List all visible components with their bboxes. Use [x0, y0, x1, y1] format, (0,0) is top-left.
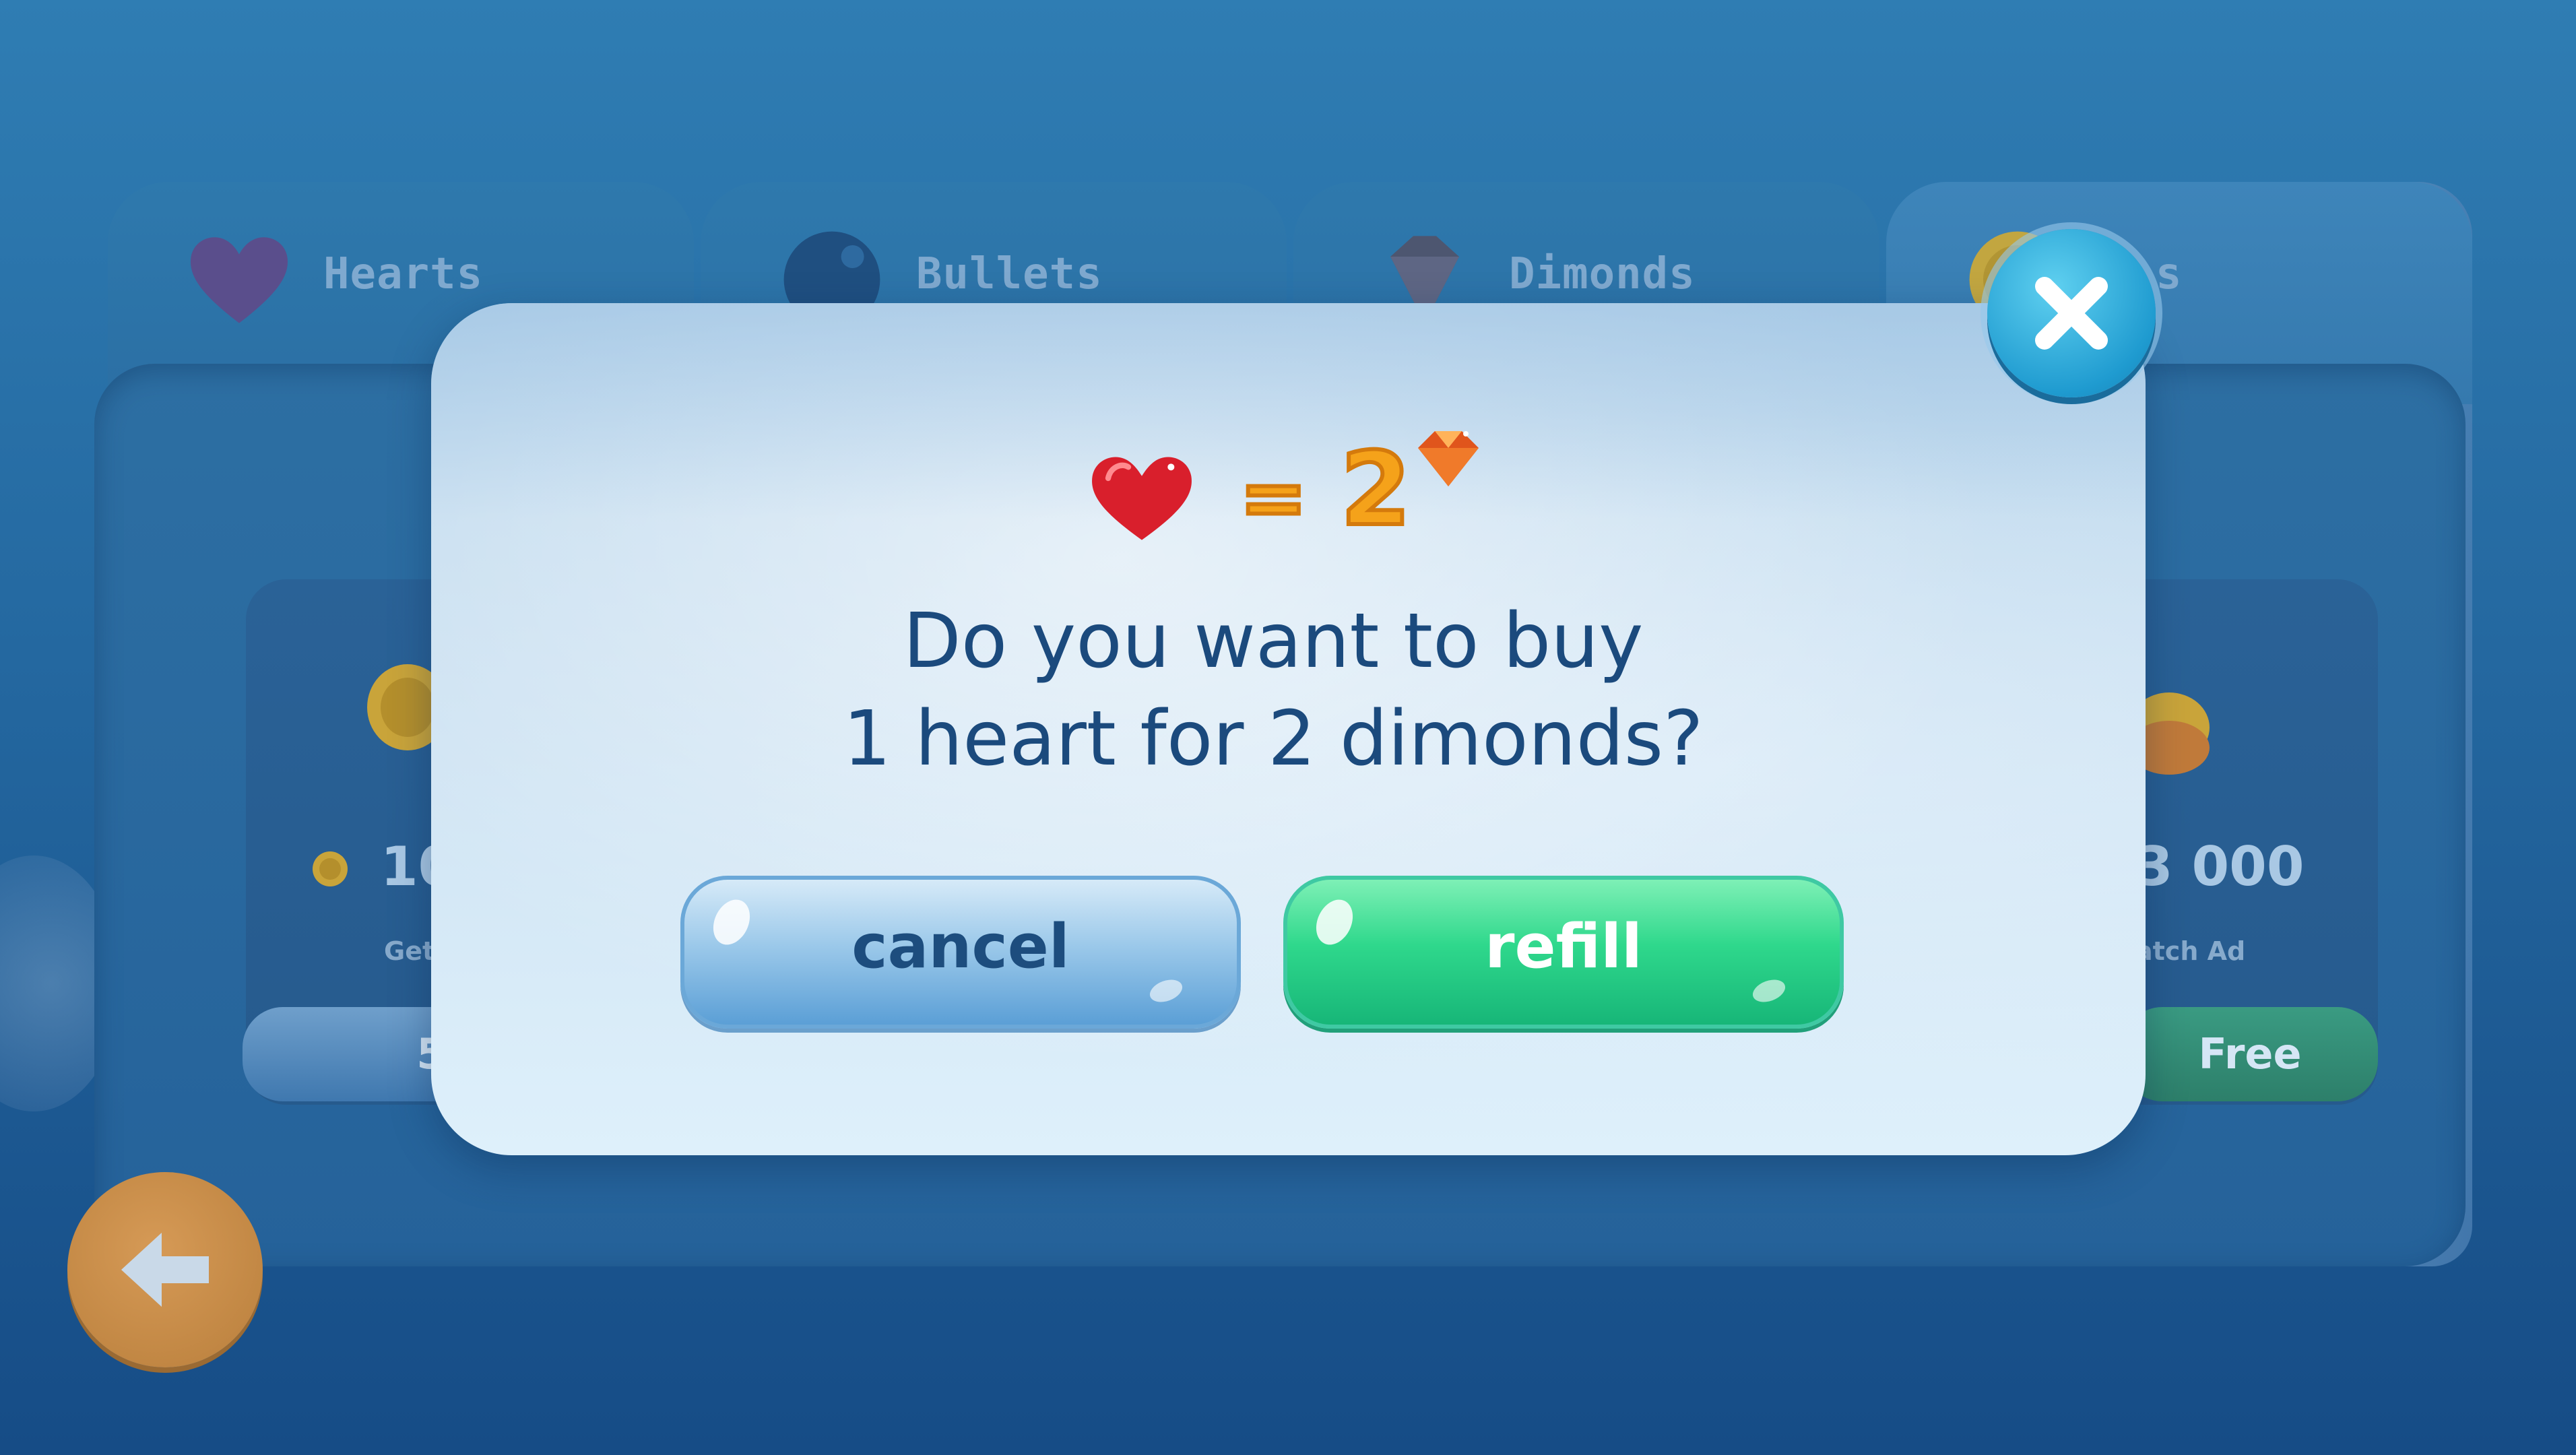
button-gloss	[1147, 975, 1186, 1006]
close-button[interactable]	[1987, 229, 2156, 397]
refill-button[interactable]: refill	[1283, 876, 1844, 1029]
button-gloss	[1309, 893, 1360, 951]
question-line-1: Do you want to buy	[903, 597, 1644, 685]
diamond-count: 2	[1339, 429, 1413, 550]
card-caption: atch Ad	[2135, 936, 2246, 966]
tab-label: s	[2156, 249, 2183, 299]
heart-icon	[190, 237, 288, 323]
dialog-question: Do you want to buy 1 heart for 2 dimonds…	[566, 593, 1981, 788]
button-gloss	[706, 893, 757, 951]
cancel-label: cancel	[851, 911, 1070, 982]
back-button[interactable]	[67, 1172, 263, 1367]
arrow-left-icon	[121, 1233, 209, 1307]
tab-label: Hearts	[323, 249, 484, 299]
refill-label: refill	[1485, 911, 1642, 982]
price-equation: = 2	[1085, 429, 1502, 552]
tab-label: Bullets	[916, 249, 1103, 299]
cancel-button[interactable]: cancel	[680, 876, 1241, 1029]
question-line-2: 1 heart for 2 dimonds?	[843, 695, 1704, 783]
equals-sign: =	[1237, 449, 1310, 547]
close-icon	[2035, 277, 2108, 350]
diamond-icon	[1418, 431, 1479, 486]
card-caption: Get	[384, 936, 435, 966]
heart-icon	[1092, 457, 1192, 540]
coin-small-icon	[313, 851, 348, 886]
card-free-button[interactable]: Free	[2122, 1007, 2378, 1101]
card-amount: 3 000	[2135, 835, 2305, 898]
button-gloss	[1749, 975, 1789, 1006]
tab-label: Dimonds	[1509, 249, 1696, 299]
